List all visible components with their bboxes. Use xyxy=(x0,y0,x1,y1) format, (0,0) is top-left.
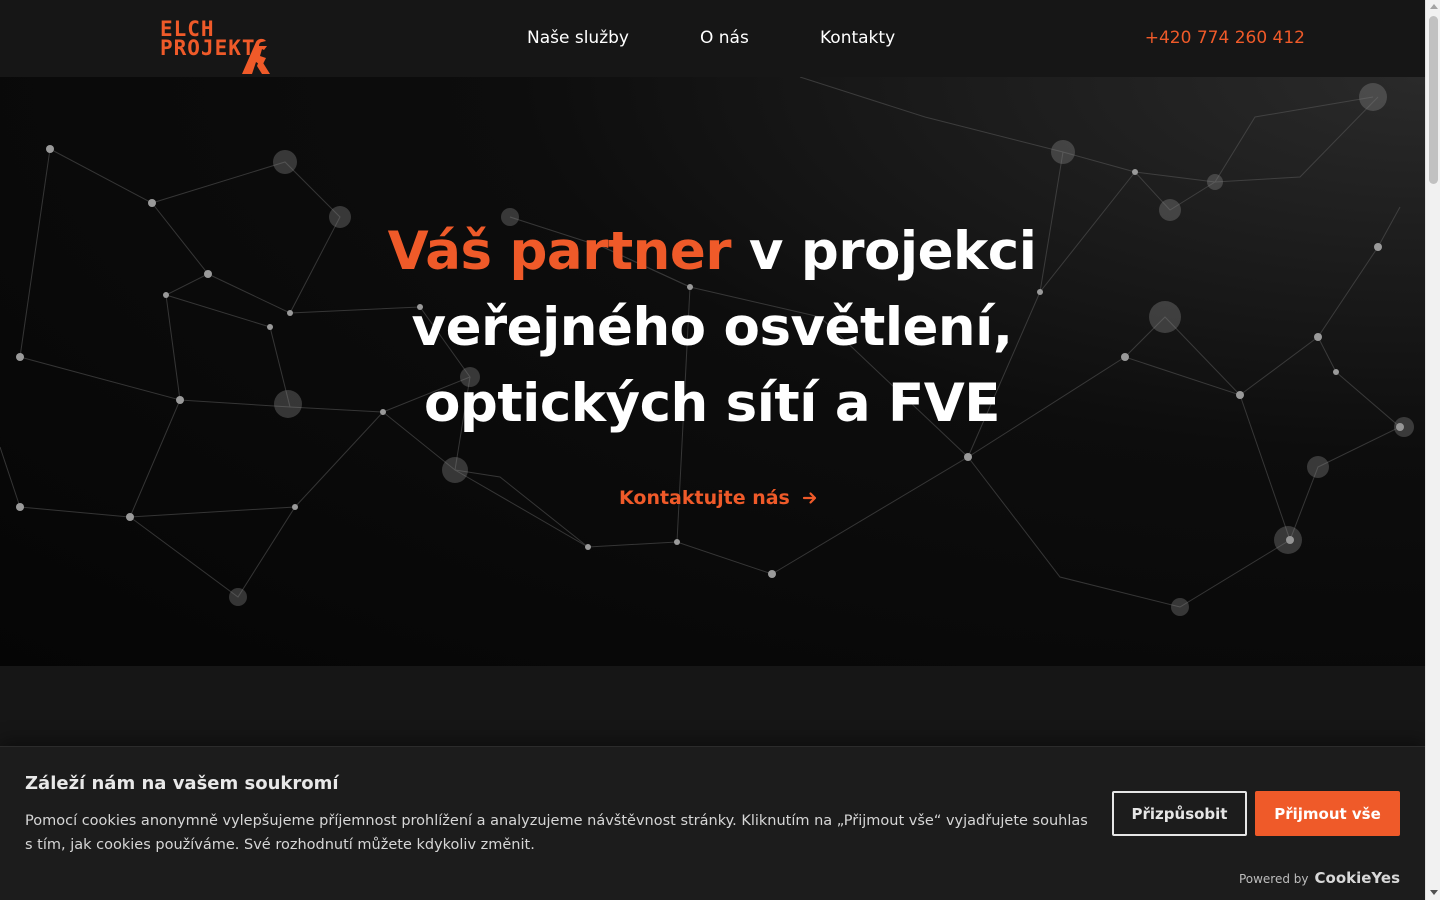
hero-title: Váš partner v projekci veřejného osvětle… xyxy=(362,214,1062,442)
hero-title-line3: optických sítí a FVE xyxy=(424,373,1000,434)
scroll-down-arrow-icon[interactable] xyxy=(1430,890,1438,895)
phone-link[interactable]: +420 774 260 412 xyxy=(1145,26,1305,50)
site-header: ELCH PROJEKT Naše služby O nás Kontakty … xyxy=(0,0,1425,77)
scroll-up-arrow-icon[interactable] xyxy=(1430,4,1438,9)
scrollbar-thumb[interactable] xyxy=(1429,16,1438,184)
nav-item-contacts[interactable]: Kontakty xyxy=(820,26,895,50)
cookie-title: Záleží nám na vašem soukromí xyxy=(25,773,339,794)
hero-title-line2: veřejného osvětlení, xyxy=(411,297,1013,358)
arrow-right-icon xyxy=(802,492,816,504)
logo-text-projekt: PROJEKT xyxy=(160,36,256,60)
customize-button[interactable]: Přizpůsobit xyxy=(1112,791,1247,836)
powered-by: Powered by CookieYes xyxy=(1239,869,1400,887)
accept-all-button[interactable]: Přijmout vše xyxy=(1255,791,1400,836)
hero: Váš partner v projekci veřejného osvětle… xyxy=(0,77,1425,666)
cookie-banner: Záleží nám na vašem soukromí Pomocí cook… xyxy=(0,746,1425,900)
cookie-text: Pomocí cookies anonymně vylepšujeme příj… xyxy=(25,813,1088,853)
logo[interactable]: ELCH PROJEKT xyxy=(120,18,272,74)
cookieyes-logo[interactable]: CookieYes xyxy=(1315,869,1401,887)
powered-label: Powered by xyxy=(1238,872,1309,886)
page: ELCH PROJEKT Naše služby O nás Kontakty … xyxy=(0,0,1425,900)
contact-cta-link[interactable]: Kontaktujte nás xyxy=(619,487,818,509)
contact-cta-label: Kontaktujte nás xyxy=(619,487,790,509)
vertical-scrollbar[interactable] xyxy=(1425,0,1440,900)
nav-item-about[interactable]: O nás xyxy=(700,26,749,50)
nav-item-services[interactable]: Naše služby xyxy=(527,26,629,50)
hero-title-line1: v projekci xyxy=(730,221,1037,282)
hero-title-accent: Váš partner xyxy=(387,221,732,282)
